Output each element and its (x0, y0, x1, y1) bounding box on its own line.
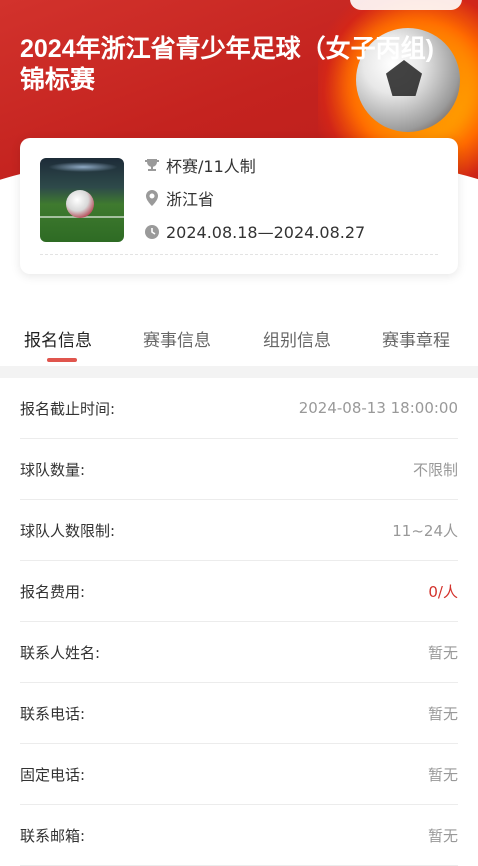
row-label: 联系电话: (20, 704, 86, 723)
contact-email-value: 暂无 (427, 826, 458, 845)
team-count-row: 球队数量: 不限制 (20, 439, 458, 500)
registration-fee-row: 报名费用: 0/人 (20, 561, 458, 622)
row-label: 固定电话: (20, 765, 86, 784)
registration-deadline-row: 报名截止时间: 2024-08-13 18:00:00 (20, 378, 458, 439)
trophy-icon (144, 157, 160, 173)
registration-deadline-value: 2024-08-13 18:00:00 (298, 399, 458, 417)
tab-registration-info[interactable]: 报名信息 (24, 326, 92, 351)
row-label: 球队人数限制: (20, 521, 116, 540)
event-type-row: 杯赛/11人制 (144, 154, 256, 176)
team-count-value: 不限制 (412, 460, 458, 479)
event-type: 杯赛/11人制 (166, 157, 256, 176)
contact-phone-value: 暂无 (427, 704, 458, 723)
row-label: 联系邮箱: (20, 826, 86, 845)
clock-icon (144, 224, 160, 240)
location-pin-icon (144, 190, 160, 206)
contact-phone-row: 联系电话: 暂无 (20, 683, 458, 744)
contact-name-value: 暂无 (427, 643, 458, 662)
team-size-limit-row: 球队人数限制: 11~24人 (20, 500, 458, 561)
active-tab-indicator (47, 358, 77, 362)
tab-event-rules[interactable]: 赛事章程 (382, 326, 450, 351)
top-action-pill[interactable] (350, 0, 462, 10)
registration-fee-value: 0/人 (428, 582, 458, 601)
contact-name-row: 联系人姓名: 暂无 (20, 622, 458, 683)
row-label: 报名截止时间: (20, 399, 116, 418)
team-size-limit-value: 11~24人 (392, 521, 458, 540)
section-separator (0, 366, 478, 378)
row-label: 报名费用: (20, 582, 86, 601)
event-info-card: 杯赛/11人制 浙江省 2024.08.18—2024.08.27 (20, 138, 458, 274)
event-dates-row: 2024.08.18—2024.08.27 (144, 221, 365, 243)
row-label: 联系人姓名: (20, 643, 101, 662)
event-location: 浙江省 (166, 190, 215, 209)
landline-value: 暂无 (427, 765, 458, 784)
card-divider (40, 254, 438, 255)
event-title: 2024年浙江省青少年足球（女子丙组)锦标赛 (20, 35, 434, 94)
landline-row: 固定电话: 暂无 (20, 744, 458, 805)
registration-info-list: 报名截止时间: 2024-08-13 18:00:00 球队数量: 不限制 球队… (20, 378, 458, 866)
tab-bar: 报名信息 赛事信息 组别信息 赛事章程 (0, 312, 478, 364)
contact-email-row: 联系邮箱: 暂无 (20, 805, 458, 866)
thumbnail-ball (66, 190, 94, 218)
tab-event-info[interactable]: 赛事信息 (143, 326, 211, 351)
row-label: 球队数量: (20, 460, 86, 479)
event-thumbnail (40, 158, 124, 242)
event-dates: 2024.08.18—2024.08.27 (166, 222, 366, 242)
tab-group-info[interactable]: 组别信息 (263, 326, 331, 351)
event-location-row: 浙江省 (144, 187, 214, 209)
stadium-light (48, 162, 118, 172)
